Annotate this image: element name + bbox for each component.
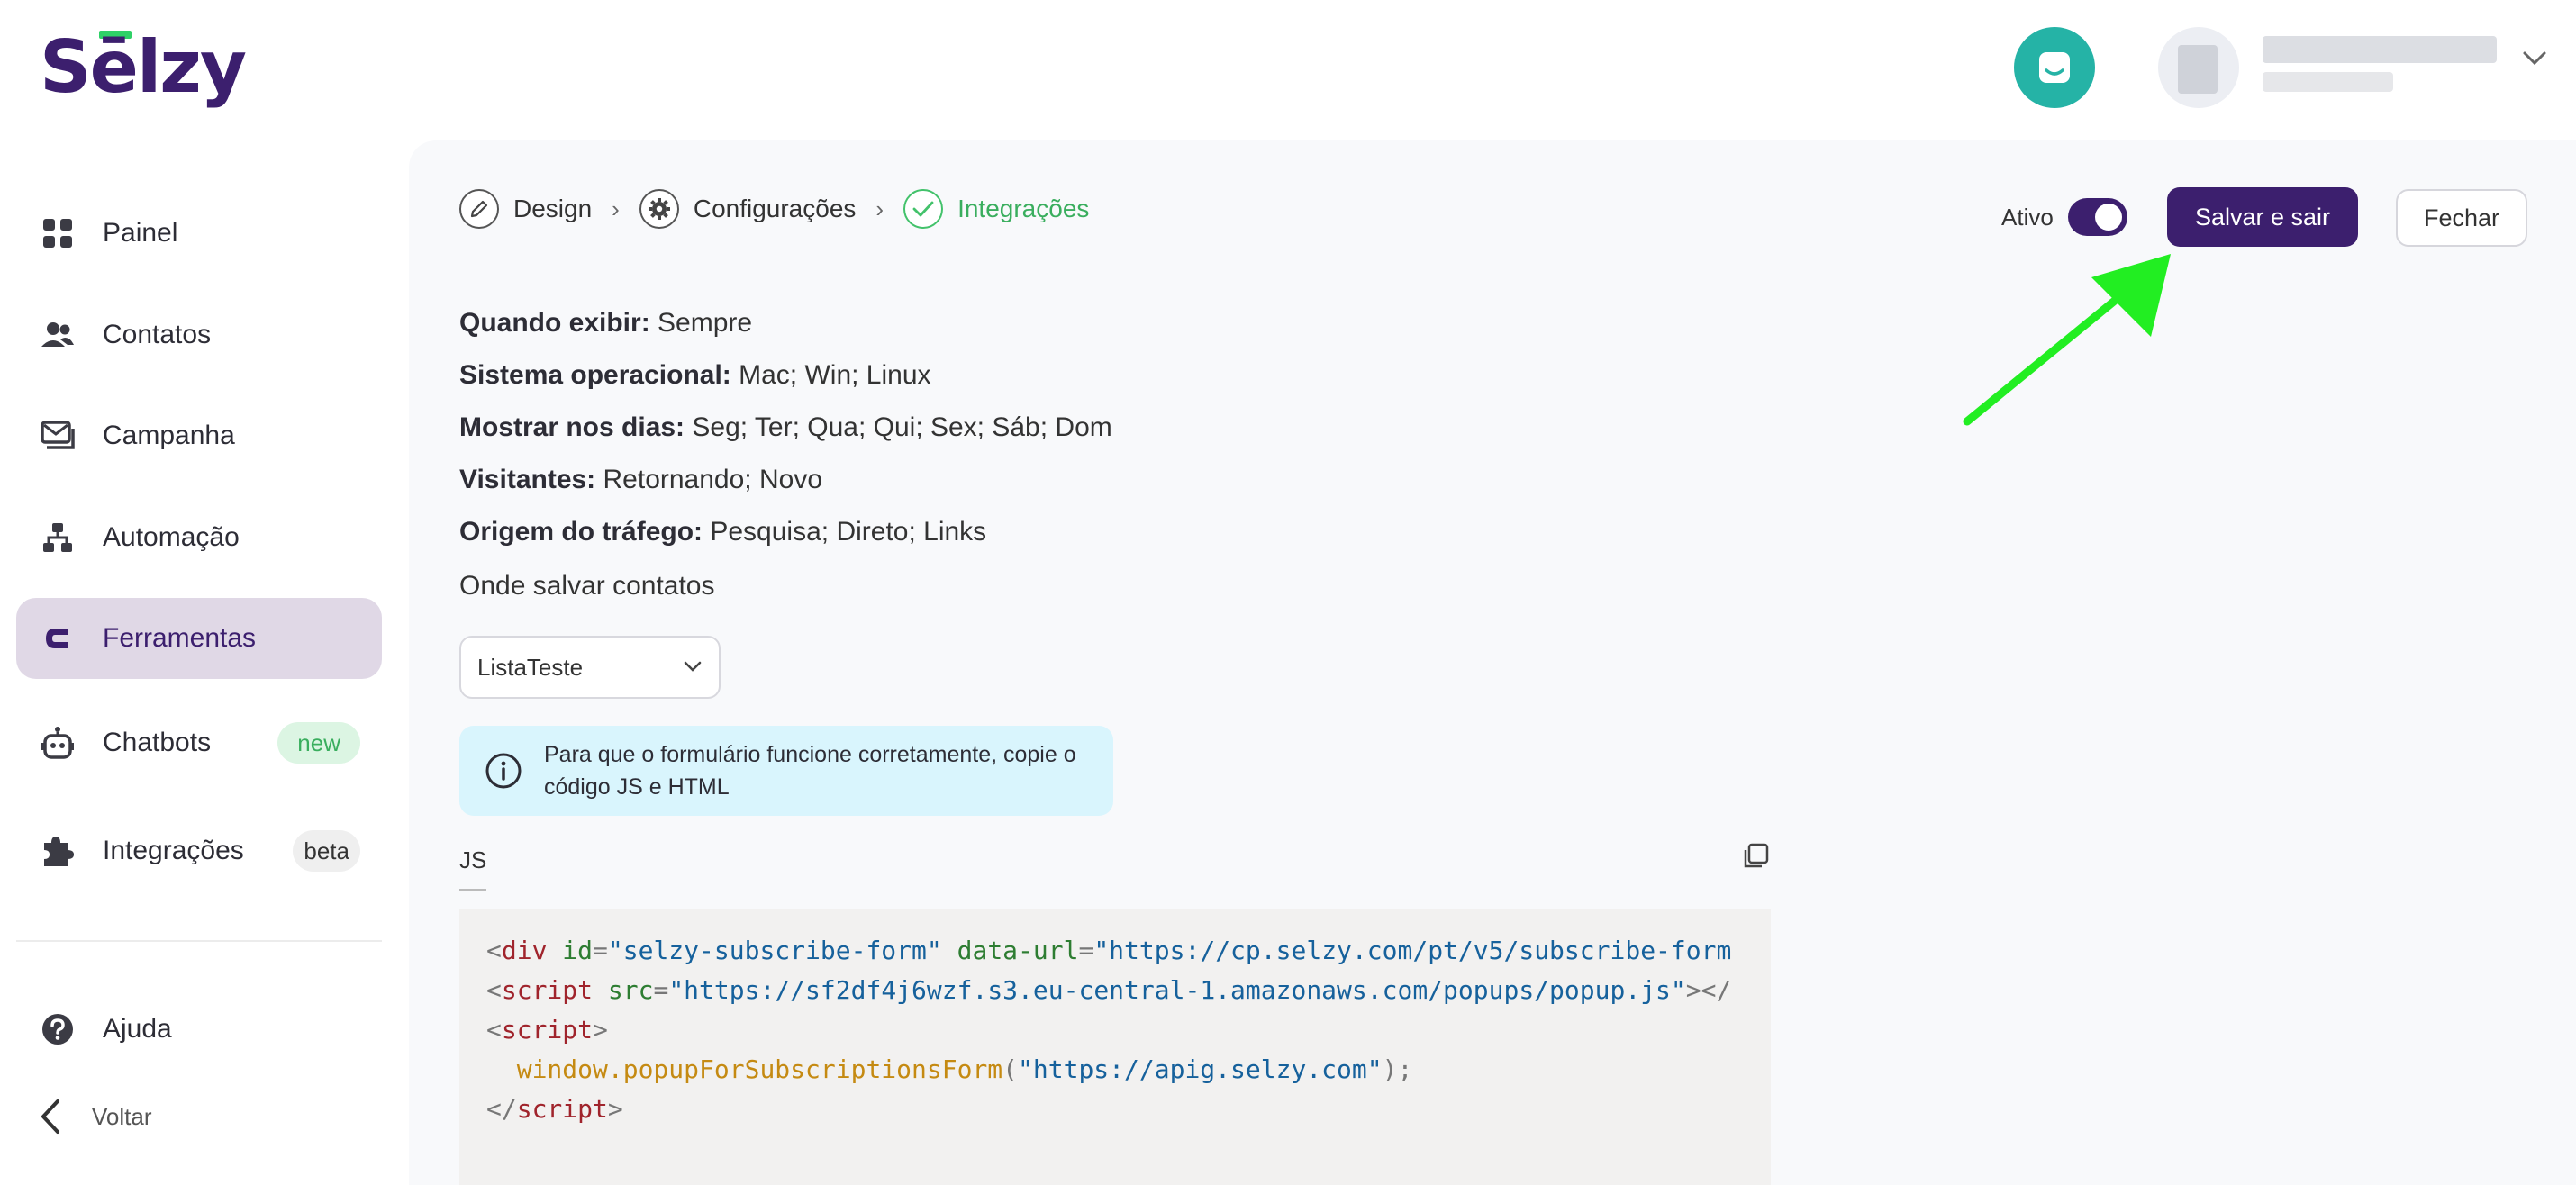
- setting-visitors: Visitantes: Retornando; Novo: [459, 465, 823, 494]
- annotation-arrow-icon: [1963, 254, 2171, 426]
- sidebar: Painel Contatos Campanha Automação Ferra…: [0, 135, 396, 1185]
- setting-os: Sistema operacional: Mac; Win; Linux: [459, 360, 931, 390]
- top-header: Sēlzy: [0, 0, 2576, 135]
- back-label: Voltar: [92, 1102, 152, 1130]
- sidebar-divider: [16, 940, 382, 942]
- save-contacts-title: Onde salvar contatos: [459, 571, 715, 601]
- puzzle-icon: [40, 833, 76, 869]
- avatar-placeholder: [2178, 45, 2218, 94]
- contacts-icon: [40, 317, 76, 353]
- dashboard-icon: [40, 215, 76, 251]
- campaign-icon: [40, 418, 76, 454]
- pencil-icon[interactable]: [459, 189, 499, 229]
- new-badge: new: [277, 722, 360, 764]
- step-design[interactable]: Design: [513, 194, 592, 223]
- sidebar-item-label: Automação: [103, 522, 240, 552]
- support-chat-button[interactable]: [2014, 27, 2095, 108]
- back-button[interactable]: Voltar: [40, 1099, 152, 1135]
- toggle-knob: [2095, 204, 2122, 231]
- sidebar-item-label: Campanha: [103, 421, 235, 450]
- sidebar-item-automacao[interactable]: Automação: [16, 497, 382, 578]
- user-name-redacted: [2263, 36, 2497, 63]
- check-icon[interactable]: [903, 189, 944, 229]
- step-integracoes[interactable]: Integrações: [957, 194, 1089, 223]
- sidebar-item-label: Ajuda: [103, 1014, 172, 1044]
- sidebar-item-label: Chatbots: [103, 728, 212, 757]
- copy-icon[interactable]: [1742, 843, 1769, 870]
- code-block[interactable]: <div id="selzy-subscribe-form" data-url=…: [459, 909, 1771, 1185]
- automation-icon: [40, 520, 76, 556]
- wizard-steps: Design › Configurações › Integrações: [459, 189, 1089, 229]
- contact-list-select[interactable]: ListaTeste: [459, 636, 721, 699]
- selected-list-value: ListaTeste: [477, 653, 584, 681]
- sidebar-item-painel[interactable]: Painel: [16, 193, 382, 274]
- sidebar-item-campanha[interactable]: Campanha: [16, 395, 382, 476]
- sidebar-item-ferramentas[interactable]: Ferramentas: [16, 598, 382, 679]
- chevron-down-icon: [684, 661, 702, 672]
- magnet-icon: [40, 620, 76, 656]
- selzy-logo[interactable]: Sēlzy: [40, 25, 247, 109]
- tab-js[interactable]: JS: [459, 846, 487, 891]
- chat-icon: [2039, 52, 2070, 83]
- close-button[interactable]: Fechar: [2396, 189, 2527, 247]
- setting-when-show: Quando exibir: Sempre: [459, 308, 753, 338]
- help-icon: [40, 1011, 76, 1047]
- info-icon: [485, 753, 522, 789]
- sidebar-item-label: Contatos: [103, 320, 212, 349]
- sidebar-item-label: Painel: [103, 218, 178, 248]
- setting-days: Mostrar nos dias: Seg; Ter; Qua; Qui; Se…: [459, 412, 1112, 442]
- active-label: Ativo: [2001, 204, 2054, 231]
- step-separator: ›: [875, 194, 884, 222]
- chevron-left-icon: [41, 1099, 59, 1134]
- sidebar-item-integracoes[interactable]: Integrações beta: [16, 810, 382, 891]
- sidebar-item-contatos[interactable]: Contatos: [16, 294, 382, 375]
- sidebar-item-label: Ferramentas: [103, 623, 257, 653]
- setting-traffic-source: Origem do tráfego: Pesquisa; Direto; Lin…: [459, 517, 987, 547]
- settings-summary: Quando exibir: Sempre Sistema operaciona…: [459, 297, 1112, 558]
- robot-icon: [40, 725, 76, 761]
- save-and-exit-button[interactable]: Salvar e sair: [2167, 187, 2358, 247]
- info-notice: Para que o formulário funcione corretame…: [459, 726, 1113, 816]
- sidebar-item-ajuda[interactable]: Ajuda: [16, 989, 382, 1070]
- beta-badge: beta: [293, 830, 360, 872]
- user-email-redacted: [2263, 72, 2393, 92]
- gear-icon[interactable]: [639, 189, 679, 229]
- notice-text: Para que o formulário funcione corretame…: [544, 742, 1076, 800]
- active-toggle[interactable]: [2068, 198, 2127, 236]
- sidebar-item-chatbots[interactable]: Chatbots new: [16, 702, 382, 783]
- step-configuracoes[interactable]: Configurações: [694, 194, 857, 223]
- step-separator: ›: [612, 194, 620, 222]
- sidebar-item-label: Integrações: [103, 836, 244, 865]
- chevron-down-icon[interactable]: [2522, 50, 2547, 67]
- main-panel: Design › Configurações › Integrações Ati…: [409, 140, 2576, 1185]
